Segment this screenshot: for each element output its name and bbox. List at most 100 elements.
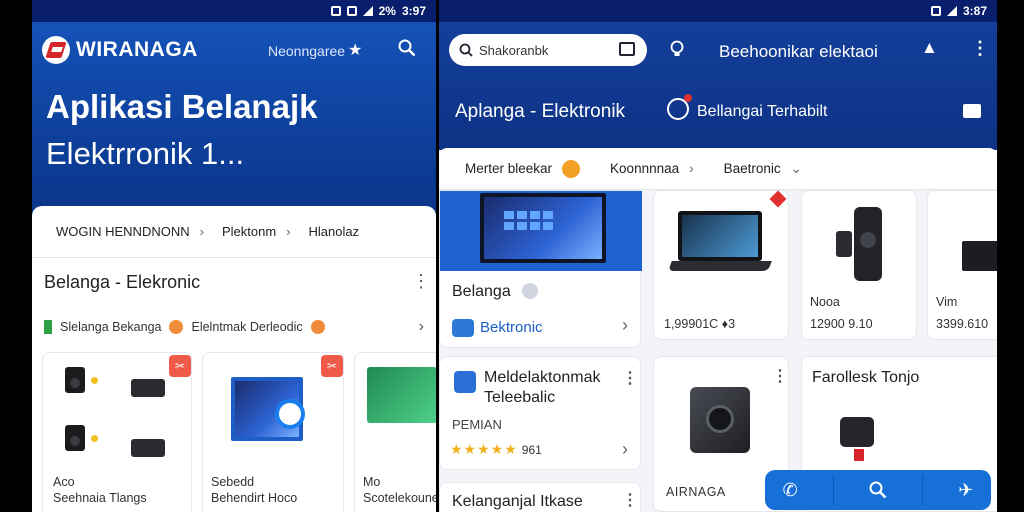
featured-subtitle: Bektronic <box>480 319 543 336</box>
status-time: 3:97 <box>401 4 426 18</box>
filter-row[interactable]: Slelanga Bekanga Elelntmak Derleodic › <box>44 316 424 338</box>
cards-icon[interactable] <box>963 104 981 118</box>
search-lens-icon <box>275 399 305 429</box>
bottom-action-bar: ✆ ✈ <box>765 470 991 510</box>
indicator-icon <box>91 435 98 442</box>
section-title: Belanga - Elekronic <box>44 272 201 292</box>
laptop-icon <box>668 211 772 271</box>
tab-3[interactable]: Baetronic ⌄ <box>724 161 802 177</box>
tab-label: Merter bleekar <box>465 161 553 176</box>
more-options-icon[interactable]: ⋮ <box>412 272 430 290</box>
brand-logo[interactable]: WIRANAGA <box>42 36 198 64</box>
tab-1[interactable]: WOGIN HENNDNONN › <box>56 224 204 239</box>
filter-label-2: Elelntmak Derleodic <box>191 320 303 334</box>
chevron-right-icon: › <box>622 439 628 459</box>
device-icon <box>131 379 165 397</box>
bookmark-icon[interactable]: ★ <box>348 40 362 60</box>
search-icon <box>459 43 473 57</box>
tab-3[interactable]: Hlanolaz <box>309 224 360 239</box>
alarm-icon <box>346 6 357 16</box>
filter-label-1: Slelanga Bekanga <box>60 320 162 334</box>
chevron-right-icon: › <box>622 315 628 335</box>
tab-2[interactable]: Koonnnnaa › <box>610 161 694 176</box>
search-placeholder: Shakoranbk <box>479 42 549 58</box>
speaker-cone-icon <box>706 405 734 433</box>
product-listing-card[interactable]: Meldelaktonmak Teleebalic ⋮ PEMIAN ★★★★★… <box>439 356 641 470</box>
product-card[interactable]: ✂ Aco Seehnaia Tlangs <box>42 352 192 512</box>
brand-badge-icon <box>454 371 476 393</box>
more-options-icon[interactable]: ⋮ <box>971 38 989 59</box>
subheader-badge-text: Bellangai Terhabilt <box>697 103 828 120</box>
more-options-icon[interactable]: ⋮ <box>772 369 788 385</box>
search-icon[interactable] <box>869 481 887 499</box>
speaker-icon <box>854 207 882 281</box>
product-card[interactable]: Vim 3399.610 <box>927 190 997 340</box>
status-time: 3:87 <box>962 4 987 18</box>
more-options-icon[interactable]: ⋮ <box>622 371 638 387</box>
featured-card[interactable]: Belanga Bektronic › <box>439 190 642 348</box>
header-nav-link[interactable]: Neonngaree <box>268 43 345 59</box>
featured-title: Belanga <box>452 283 511 300</box>
speaker-small-icon <box>836 231 852 257</box>
tab-label: Baetronic <box>723 161 781 176</box>
divider <box>922 475 924 505</box>
list-item[interactable]: Kelanganjal Itkase ⋮ <box>439 482 641 512</box>
product-name: Scotelekoune <box>363 491 436 505</box>
camera-icon <box>840 417 874 447</box>
airplane-icon[interactable]: ✈ <box>958 480 973 501</box>
monitor-icon <box>367 367 436 423</box>
product-card[interactable]: Mo Scotelekoune <box>354 352 436 512</box>
product-name: Behendirt Hoco <box>211 491 298 505</box>
more-options-icon[interactable]: ⋮ <box>622 493 638 509</box>
subheader-title: Aplanga - Elektronik <box>455 101 626 122</box>
phone-screen-right: 3:87 Shakoranbk Beehoonikar elektaoi ▲ ⋮… <box>439 0 997 512</box>
list-item-title: Kelanganjal Itkase <box>452 493 583 510</box>
chevron-right-icon: › <box>199 224 204 239</box>
product-name: Seehnaia Tlangs <box>53 491 147 505</box>
chevron-right-icon: › <box>418 318 424 335</box>
listing-title-line1: Meldelaktonmak <box>484 369 601 386</box>
tab-1[interactable]: Merter bleekar <box>465 159 581 178</box>
listing-title-line2: Teleebalic <box>484 389 556 406</box>
listing-label: PEMIAN <box>452 417 502 432</box>
phone-icon[interactable]: ✆ <box>783 480 798 501</box>
monitor-icon <box>962 241 997 271</box>
bell-icon[interactable]: ▲ <box>921 38 938 58</box>
hero-title-line1: Aplikasi Belanajk <box>46 88 318 125</box>
speaker-icon <box>65 367 85 393</box>
product-label: Mo <box>363 475 381 489</box>
status-bar: 3:87 <box>439 0 997 22</box>
scan-icon[interactable] <box>619 42 635 56</box>
tab-label: WOGIN HENNDNONN <box>56 224 190 239</box>
rating-value: 961 <box>521 442 542 457</box>
phone-screen-left: 2% 3:97 WIRANAGA Neonngaree ★ Aplikasi B… <box>32 0 436 512</box>
chevron-right-icon: › <box>689 161 694 176</box>
product-card[interactable]: 1,99901C ♦3 <box>653 190 789 340</box>
search-field[interactable]: Shakoranbk <box>449 34 647 66</box>
brand-label: AIRNAGA <box>666 485 726 499</box>
product-title: Farollesk Tonjo <box>812 369 920 386</box>
device-icon <box>131 439 165 457</box>
signal-icon <box>362 6 373 16</box>
price-label: 3399.610 <box>936 317 989 331</box>
notification-icon <box>930 6 941 16</box>
tab-2[interactable]: Plektonm › <box>222 224 291 239</box>
chevron-down-icon: ⌄ <box>790 160 802 176</box>
tab-label: Hlanolaz <box>308 224 360 239</box>
speaker-icon <box>65 425 85 451</box>
badge-icon <box>562 159 581 178</box>
tab-label: Plektonm <box>221 224 277 239</box>
chevron-right-icon: › <box>286 224 291 239</box>
search-icon[interactable] <box>398 39 416 57</box>
lightbulb-icon[interactable] <box>669 40 685 58</box>
battery-percent: 2% <box>378 4 396 18</box>
product-label: Aco <box>53 475 75 489</box>
tag-icon: ✂ <box>321 355 343 377</box>
product-card[interactable]: Nooa 12900 9.10 <box>801 190 917 340</box>
cart-icon[interactable] <box>667 94 692 120</box>
product-card[interactable]: ✂ Sebedd Behendirt Hoco <box>202 352 344 512</box>
windows-icon <box>504 211 553 230</box>
product-label: Sebedd <box>211 475 255 489</box>
product-label: Vim <box>936 295 958 309</box>
product-label: Nooa <box>810 295 840 309</box>
